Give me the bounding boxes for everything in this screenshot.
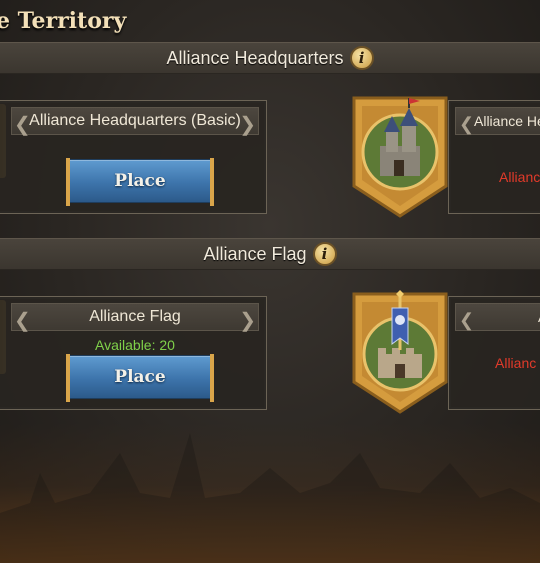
arrow-left-icon[interactable]: ❮: [459, 110, 474, 138]
flag-tower-icon: [352, 290, 448, 414]
info-icon[interactable]: i: [312, 242, 337, 266]
section-title: Alliance Flag: [203, 243, 307, 264]
page-title: e Territory: [0, 8, 127, 34]
section-title: Alliance Headquarters: [166, 47, 344, 68]
arrow-left-icon[interactable]: ❮: [14, 307, 31, 335]
headquarters-next-status: Allianc: [499, 169, 540, 185]
info-icon[interactable]: i: [349, 46, 374, 70]
flag-next-status: Allianc: [495, 355, 537, 371]
flag-name-plate: ❮ Alliance Flag ❯: [11, 303, 259, 332]
arrow-left-icon[interactable]: ❮: [459, 306, 474, 334]
headquarters-card: ❮ Alliance Headquarters (Basic) ❯ Place: [0, 100, 267, 214]
section-header-flag: Alliance Flag i: [0, 238, 540, 270]
arrow-left-icon[interactable]: ❮: [14, 111, 31, 139]
arrow-right-icon[interactable]: ❯: [239, 307, 256, 335]
place-flag-button[interactable]: Place: [66, 354, 214, 402]
flag-available-count: Available: 20: [95, 337, 175, 353]
background-silhouette: [0, 433, 540, 563]
flag-name: Alliance Flag: [89, 308, 181, 325]
arrow-right-icon[interactable]: ❯: [239, 111, 256, 139]
headquarters-card-next: Alliance He ❮ Allianc: [448, 100, 540, 214]
flag-card: ❮ Alliance Flag ❯ Available: 20 Place: [0, 296, 267, 410]
section-header-headquarters: Alliance Headquarters i: [0, 42, 540, 74]
headquarters-name-plate: ❮ Alliance Headquarters (Basic) ❯: [11, 107, 259, 136]
headquarters-name: Alliance Headquarters (Basic): [29, 112, 241, 129]
place-headquarters-button[interactable]: Place: [66, 158, 214, 206]
headquarters-next-name: Alliance He: [474, 113, 540, 129]
castle-icon: [352, 96, 448, 218]
flag-card-next: A ❮ Allianc: [448, 296, 540, 410]
